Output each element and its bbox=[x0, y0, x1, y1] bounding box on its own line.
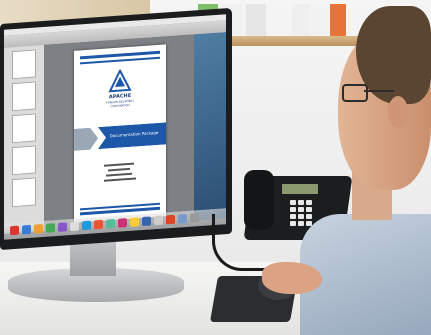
monitor-screen: APACHE FOREIGN EQUIPMENT CORPORATION Doc… bbox=[4, 14, 226, 240]
phone-key bbox=[306, 200, 312, 205]
phone-key bbox=[306, 207, 312, 212]
doc-text-line bbox=[106, 172, 132, 177]
phone-display bbox=[282, 184, 318, 194]
binder bbox=[330, 4, 346, 36]
doc-text-line bbox=[104, 177, 136, 182]
phone-key bbox=[290, 207, 296, 212]
eyeglasses bbox=[342, 84, 368, 102]
apache-logo-icon bbox=[108, 68, 132, 93]
phone-key bbox=[290, 200, 296, 205]
person-ear bbox=[388, 96, 408, 128]
dock-app-icon bbox=[166, 214, 175, 225]
phone-handset bbox=[244, 170, 274, 230]
office-photo: APACHE FOREIGN EQUIPMENT CORPORATION Doc… bbox=[0, 0, 431, 335]
dock-app-icon bbox=[178, 213, 187, 224]
dock-app-icon bbox=[22, 224, 31, 235]
binder bbox=[312, 4, 328, 36]
document-viewer: APACHE FOREIGN EQUIPMENT CORPORATION Doc… bbox=[44, 34, 194, 231]
phone-key bbox=[298, 200, 304, 205]
phone-key bbox=[298, 221, 304, 226]
desktop-wallpaper bbox=[194, 32, 226, 221]
thumbnail-sidebar bbox=[4, 44, 44, 234]
doc-text-line bbox=[104, 162, 134, 167]
trash-icon bbox=[190, 213, 199, 223]
dock-app-icon bbox=[94, 219, 103, 230]
page-thumbnail bbox=[12, 81, 36, 112]
dock-app-icon bbox=[82, 220, 91, 231]
binder bbox=[246, 4, 266, 36]
phone-key bbox=[290, 214, 296, 219]
dock-app-icon bbox=[34, 223, 43, 234]
phone-key bbox=[290, 221, 296, 226]
page-thumbnail bbox=[12, 49, 36, 80]
dock-app-icon bbox=[10, 225, 19, 236]
phone-key bbox=[298, 214, 304, 219]
monitor: APACHE FOREIGN EQUIPMENT CORPORATION Doc… bbox=[0, 7, 232, 251]
dock-app-icon bbox=[154, 215, 163, 226]
phone-key bbox=[306, 214, 312, 219]
page-thumbnail bbox=[12, 145, 36, 176]
phone-key bbox=[298, 207, 304, 212]
doc-text-line bbox=[108, 167, 130, 171]
document-page: APACHE FOREIGN EQUIPMENT CORPORATION Doc… bbox=[74, 44, 166, 223]
dock-app-icon bbox=[106, 218, 115, 229]
dock-app-icon bbox=[118, 218, 127, 228]
binder bbox=[270, 4, 288, 36]
dock-app-icon bbox=[70, 221, 79, 232]
page-thumbnail bbox=[12, 113, 36, 144]
dock-app-icon bbox=[130, 217, 139, 227]
dock-app-icon bbox=[142, 216, 151, 227]
binder bbox=[292, 4, 310, 36]
page-thumbnail bbox=[12, 177, 36, 208]
dock-app-icon bbox=[58, 222, 67, 232]
eyeglasses-arm bbox=[364, 90, 394, 92]
person-hand bbox=[262, 262, 322, 294]
dock-app-icon bbox=[46, 223, 55, 233]
